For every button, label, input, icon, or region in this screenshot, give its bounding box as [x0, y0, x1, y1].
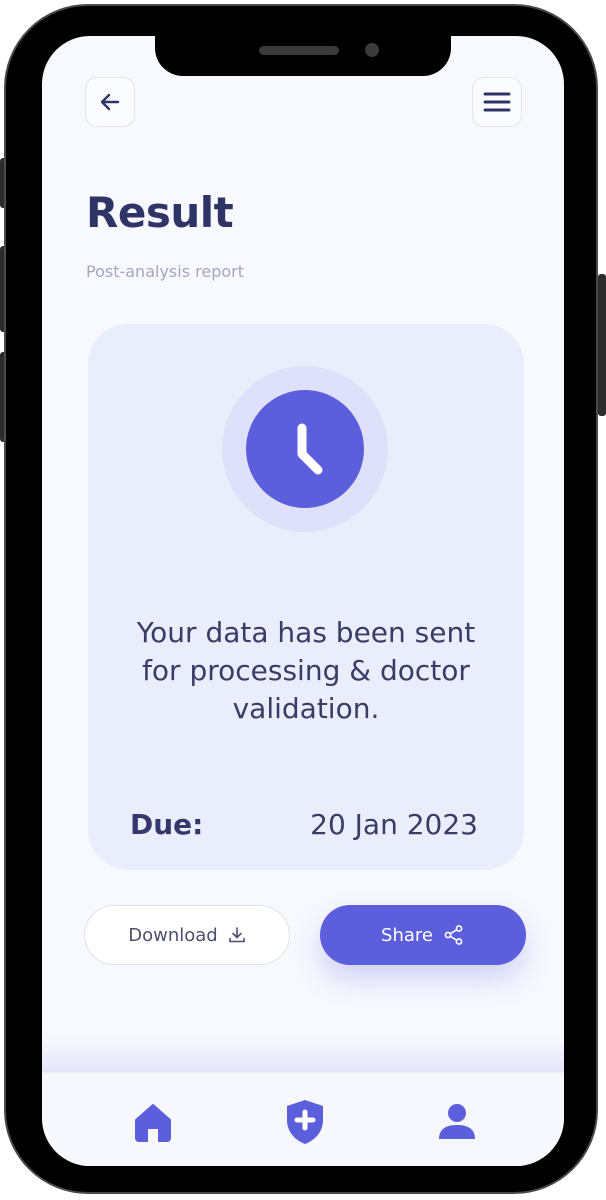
clock-icon	[246, 390, 364, 508]
back-button[interactable]	[85, 77, 135, 127]
download-button[interactable]: Download	[84, 905, 290, 965]
front-camera	[365, 43, 379, 57]
power-button	[598, 274, 606, 416]
hamburger-menu-icon	[483, 92, 511, 112]
clock-icon-ring	[222, 366, 388, 532]
app-screen: Result Post-analysis report Your data ha…	[42, 36, 564, 1166]
share-button-label: Share	[381, 924, 433, 946]
page-title: Result	[86, 188, 234, 237]
nav-item-profile[interactable]	[432, 1097, 482, 1147]
due-label: Due:	[130, 808, 204, 841]
nav-shadow	[42, 1036, 564, 1076]
bottom-nav	[42, 1072, 564, 1166]
speaker-grille	[259, 46, 339, 55]
nav-item-home[interactable]	[128, 1097, 178, 1147]
download-icon	[228, 927, 245, 943]
page-subtitle: Post-analysis report	[86, 262, 244, 281]
due-date: 20 Jan 2023	[310, 808, 478, 841]
home-icon	[135, 1104, 171, 1142]
arrow-left-icon	[100, 93, 120, 111]
menu-button[interactable]	[472, 77, 522, 127]
result-status-card: Your data has been sent for processing &…	[88, 324, 524, 870]
share-button[interactable]: Share	[320, 905, 526, 965]
phone-notch	[155, 36, 451, 76]
user-icon	[439, 1104, 475, 1139]
download-button-label: Download	[128, 924, 218, 946]
nav-item-health[interactable]	[280, 1097, 330, 1147]
status-message: Your data has been sent for processing &…	[136, 616, 476, 725]
shield-plus-icon	[287, 1100, 323, 1144]
share-icon	[444, 925, 463, 945]
